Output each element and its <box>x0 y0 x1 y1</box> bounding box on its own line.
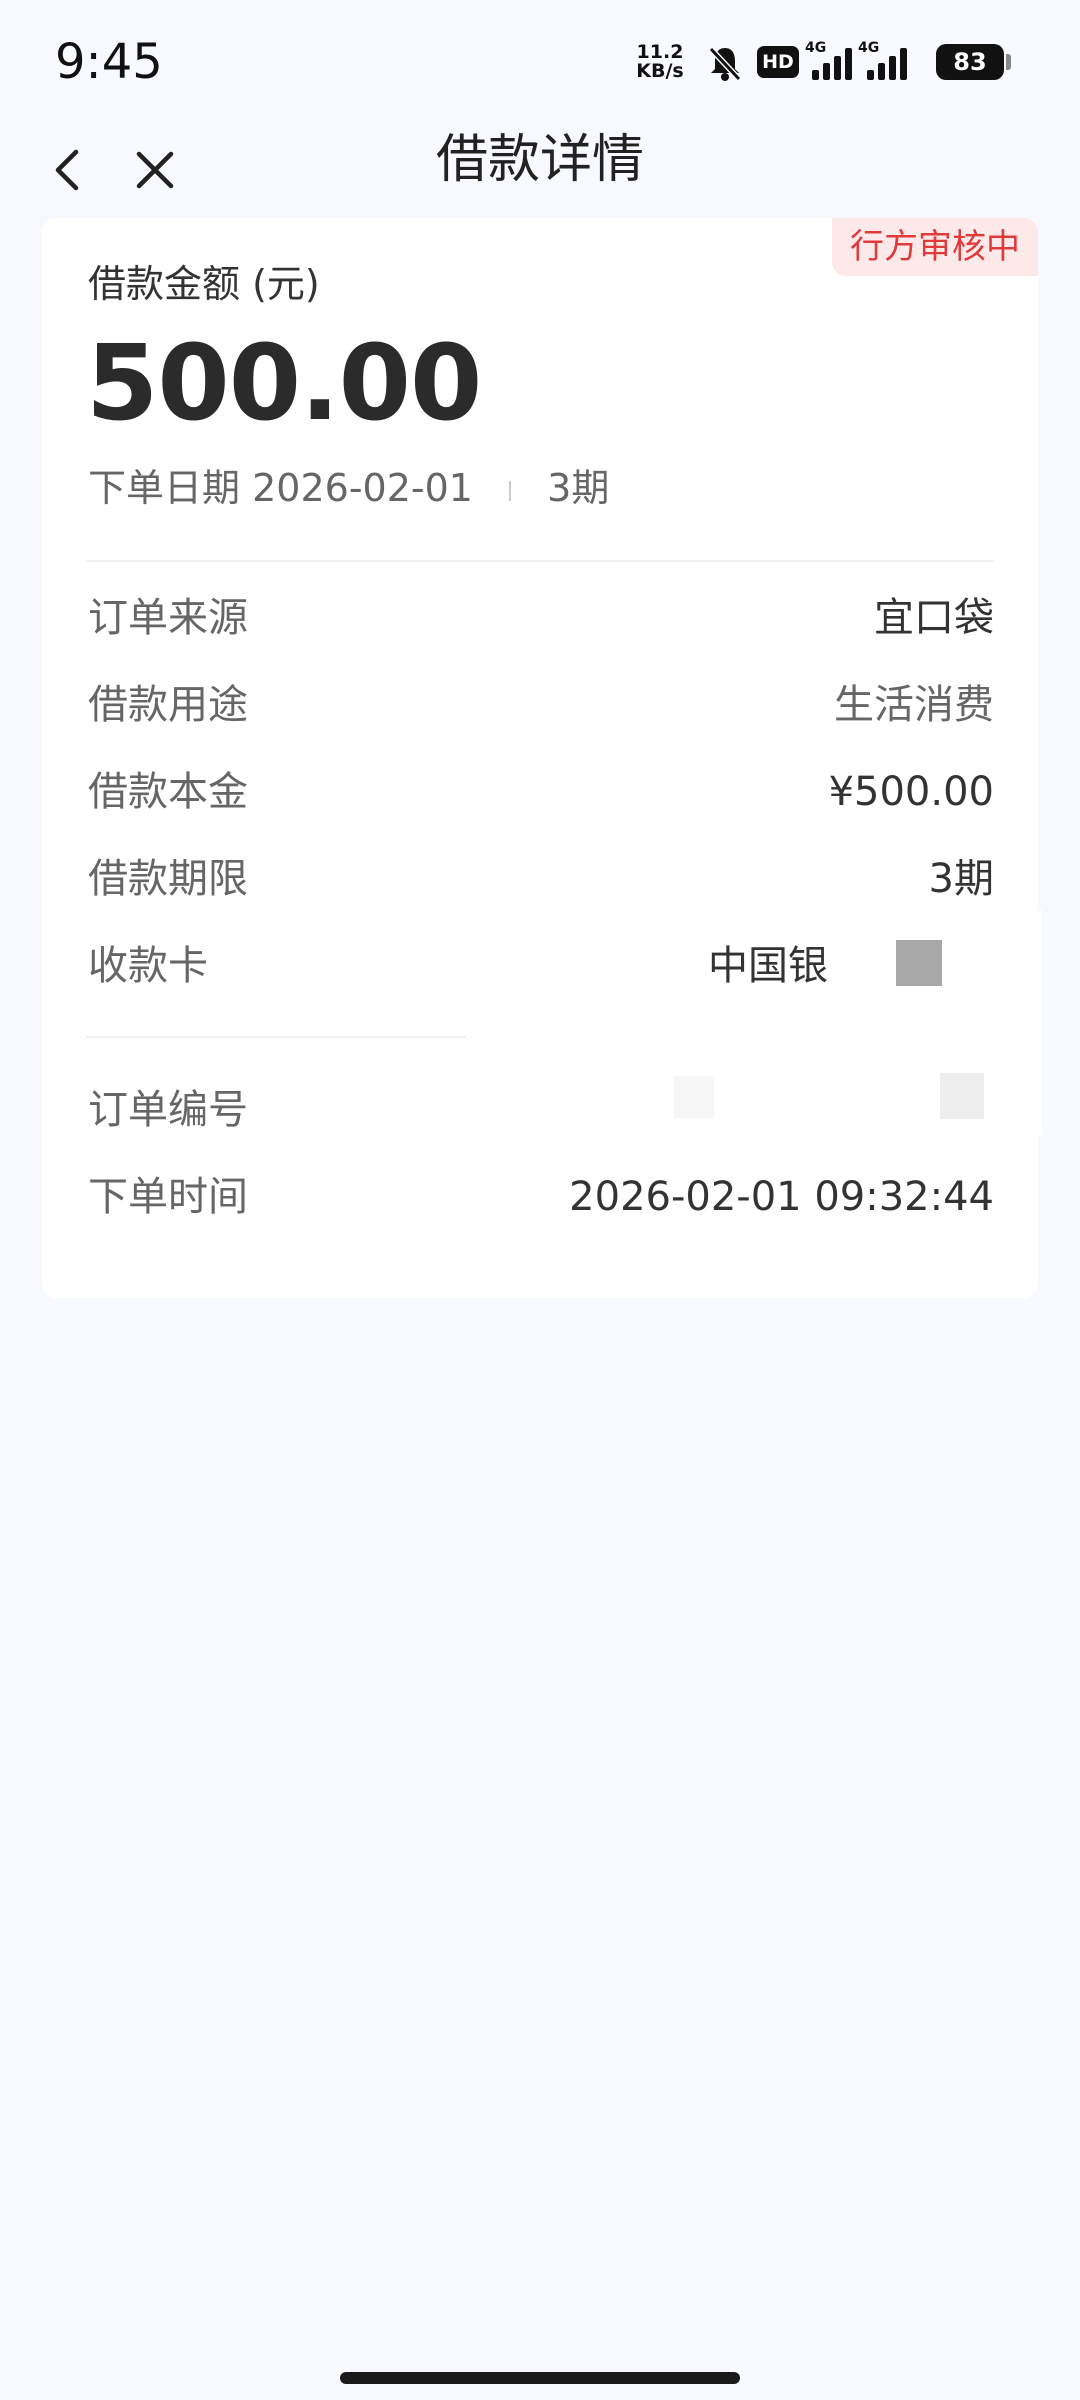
detail-label: 借款用途 <box>88 682 248 728</box>
network-speed-unit: KB/s <box>636 60 684 82</box>
redaction-mask <box>940 1073 984 1119</box>
battery-cap <box>1006 54 1011 70</box>
meta-divider <box>509 480 512 501</box>
hd-icon: HD <box>757 46 799 78</box>
order-date-label: 下单日期 <box>88 466 241 510</box>
info-row-order-number: 订单编号 <box>88 1080 994 1140</box>
close-icon[interactable] <box>125 140 185 200</box>
signal-icon <box>867 48 907 80</box>
amount-label: 借款金额 (元) <box>88 262 320 306</box>
detail-row-purpose: 借款用途 生活消费 <box>88 675 994 735</box>
info-label: 订单编号 <box>88 1087 248 1133</box>
status-badge: 行方审核中 <box>832 218 1038 276</box>
redaction-mask <box>1028 910 1042 1135</box>
status-bar: 9:45 11.2 KB/s HD 4G 4G 83 <box>0 0 1080 125</box>
detail-row-term: 借款期限 3期 <box>88 849 994 909</box>
divider <box>86 1036 466 1038</box>
redaction-mask <box>896 940 942 986</box>
detail-label: 收款卡 <box>88 943 208 989</box>
chevron-left-icon[interactable] <box>40 140 100 200</box>
order-meta: 下单日期 2026-02-01 3期 <box>88 463 609 513</box>
detail-row-source: 订单来源 宜口袋 <box>88 588 994 648</box>
info-value: 2026-02-01 09:32:44 <box>569 1174 994 1220</box>
info-label: 下单时间 <box>88 1174 248 1220</box>
page-title: 借款详情 <box>435 130 644 190</box>
status-icons: 11.2 KB/s HD 4G 4G 83 <box>620 38 1020 88</box>
term-short: 3期 <box>547 466 610 510</box>
detail-row-receiving-card: 收款卡 中国银 <box>88 936 994 996</box>
detail-label: 借款本金 <box>88 769 248 815</box>
network-speed: 11.2 KB/s <box>630 43 690 81</box>
divider <box>86 560 994 562</box>
order-date-value: 2026-02-01 <box>252 466 473 510</box>
detail-value: ¥500.00 <box>828 769 994 815</box>
info-row-order-time: 下单时间 2026-02-01 09:32:44 <box>88 1167 994 1227</box>
home-indicator[interactable] <box>340 2372 740 2384</box>
header: 借款详情 <box>0 125 1080 225</box>
mute-bell-icon <box>708 46 742 82</box>
redaction-mask <box>674 1076 714 1118</box>
detail-value: 宜口袋 <box>874 595 994 641</box>
detail-row-principal: 借款本金 ¥500.00 <box>88 762 994 822</box>
amount-value: 500.00 <box>86 322 482 444</box>
detail-label: 借款期限 <box>88 856 248 902</box>
status-time: 9:45 <box>55 34 163 90</box>
detail-value: 3期 <box>928 856 994 902</box>
loan-detail-card: 行方审核中 借款金额 (元) 500.00 下单日期 2026-02-01 3期… <box>42 218 1038 1298</box>
battery-icon: 83 <box>936 44 1004 80</box>
detail-label: 订单来源 <box>88 595 248 641</box>
battery-level: 83 <box>953 48 987 76</box>
detail-value: 生活消费 <box>834 682 994 728</box>
signal-icon <box>812 48 852 80</box>
detail-value: 中国银 <box>708 943 828 989</box>
hd-label: HD <box>762 51 794 73</box>
